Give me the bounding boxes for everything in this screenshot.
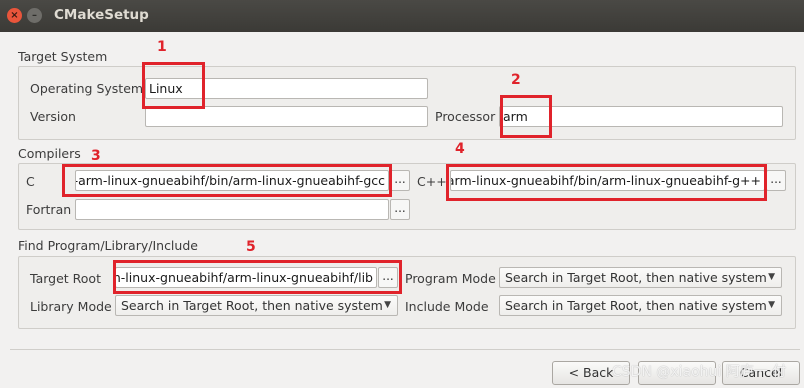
version-label: Version [30,109,76,124]
c-compiler-browse-button[interactable]: ... [390,170,410,191]
library-mode-label: Library Mode [30,299,112,314]
window-title: CMakeSetup [54,7,149,23]
cxx-compiler-label: C++ [417,174,447,189]
processor-input[interactable]: arm [499,106,783,127]
include-mode-select[interactable]: Search in Target Root, then native syste… [499,295,782,316]
program-mode-label: Program Mode [405,271,496,286]
cxx-compiler-input[interactable]: -arm-linux-gnueabihf/bin/arm-linux-gnuea… [450,170,765,191]
processor-label: Processor [435,109,496,124]
fortran-compiler-label: Fortran [26,202,72,217]
c-compiler-label: C [26,174,35,189]
chevron-down-icon: ▼ [384,300,391,310]
csdn-watermark: CSDN @xiaohui 阿庐一 付 [612,364,787,380]
operating-system-input[interactable]: Linux [145,78,428,99]
annotation-number-5: 5 [246,239,256,255]
fortran-compiler-input[interactable] [75,199,389,220]
minimize-icon[interactable]: – [27,8,42,23]
cxx-compiler-browse-button[interactable]: ... [766,170,786,191]
find-section-label: Find Program/Library/Include [18,238,198,253]
c-compiler-input[interactable]: 4-arm-linux-gnueabihf/bin/arm-linux-gnue… [75,170,389,191]
library-mode-select[interactable]: Search in Target Root, then native syste… [115,295,398,316]
title-bar: × – CMakeSetup [0,0,804,32]
target-root-browse-button[interactable]: ... [378,267,398,288]
annotation-number-4: 4 [455,141,465,157]
include-mode-label: Include Mode [405,299,489,314]
program-mode-select[interactable]: Search in Target Root, then native syste… [499,267,782,288]
chevron-down-icon: ▼ [768,272,775,282]
annotation-number-1: 1 [157,39,167,55]
operating-system-label: Operating System [30,81,144,96]
chevron-down-icon: ▼ [768,300,775,310]
target-root-label: Target Root [30,271,101,286]
version-input[interactable] [145,106,428,127]
compilers-section-label: Compilers [18,146,81,161]
target-system-section-label: Target System [18,49,108,64]
fortran-compiler-browse-button[interactable]: ... [390,199,410,220]
annotation-number-2: 2 [511,72,521,88]
footer-separator [10,349,800,350]
close-icon[interactable]: × [7,8,22,23]
target-root-input[interactable]: rm-linux-gnueabihf/arm-linux-gnueabihf/l… [115,267,377,288]
annotation-number-3: 3 [91,148,101,164]
